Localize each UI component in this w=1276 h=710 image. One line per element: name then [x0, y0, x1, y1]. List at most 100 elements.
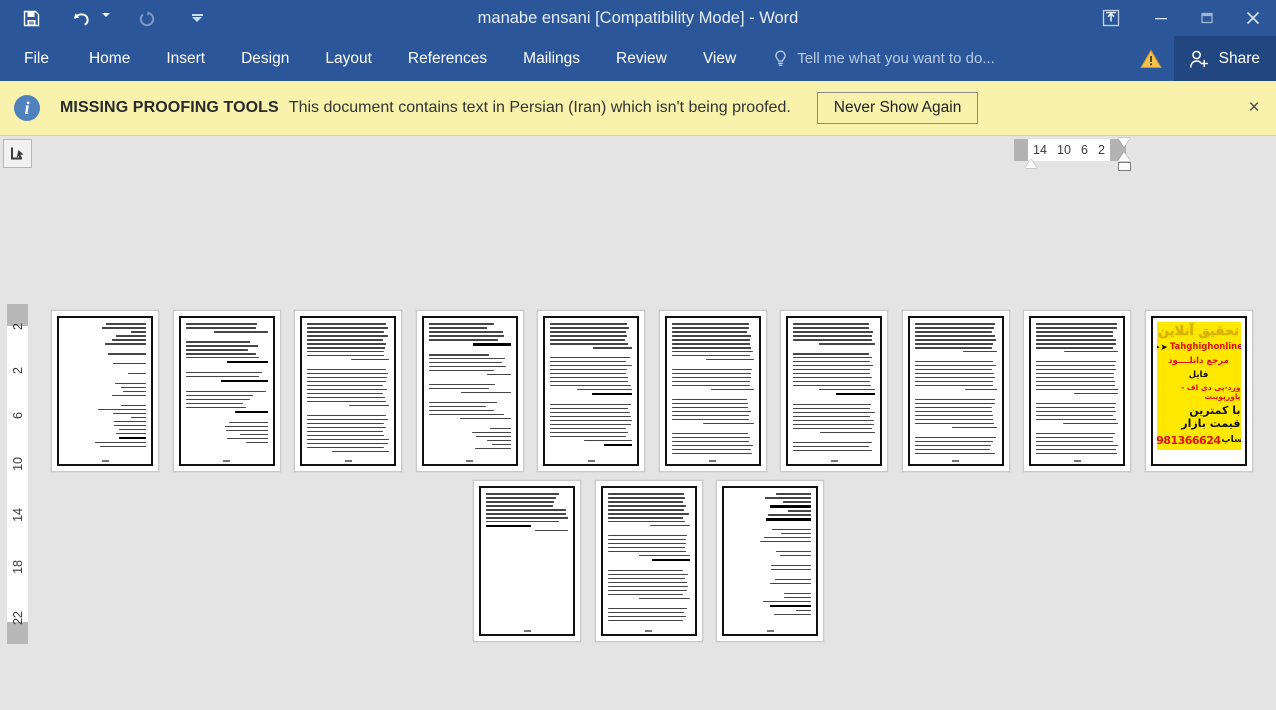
text-line [185, 326, 256, 329]
text-line [773, 613, 811, 616]
tell-me-search[interactable]: Tell me what you want to do... [772, 36, 995, 81]
page-thumbnail[interactable] [594, 480, 703, 642]
text-line [111, 394, 146, 397]
text-line [1036, 432, 1116, 435]
tab-view[interactable]: View [685, 36, 754, 81]
tab-insert[interactable]: Insert [148, 36, 223, 81]
redo-icon [130, 3, 164, 33]
text-line [1036, 334, 1113, 337]
save-icon[interactable] [14, 3, 48, 33]
page-thumbnail[interactable] [51, 310, 159, 472]
text-line [119, 428, 146, 431]
text-line [793, 423, 874, 426]
text-line [428, 338, 498, 341]
text-line [914, 364, 997, 367]
text-line [671, 372, 752, 375]
text-line [914, 402, 996, 405]
text-line [487, 439, 511, 442]
tab-mailings[interactable]: Mailings [505, 36, 598, 81]
text-line [307, 372, 388, 375]
text-line [428, 405, 487, 408]
text-line [246, 441, 268, 444]
text-line [348, 404, 389, 407]
text-line [550, 415, 631, 418]
text-line [106, 323, 146, 325]
warning-icon[interactable] [1128, 48, 1174, 70]
customize-quick-access-toolbar-icon[interactable] [180, 3, 214, 33]
page-number [667, 460, 759, 462]
text-line [307, 338, 383, 341]
page-text-area [729, 493, 811, 624]
text-line [428, 401, 498, 404]
text-line [780, 532, 811, 535]
tab-file[interactable]: File [0, 36, 71, 81]
page-thumbnail[interactable] [716, 480, 824, 642]
restore-icon[interactable] [1184, 0, 1230, 36]
text-line [486, 512, 566, 515]
page-text-area [428, 323, 511, 454]
tab-layout[interactable]: Layout [307, 36, 390, 81]
page-thumbnail[interactable] [901, 310, 1010, 472]
tab-design[interactable]: Design [223, 36, 307, 81]
tab-home[interactable]: Home [71, 36, 148, 81]
text-line [793, 419, 875, 422]
text-line [550, 372, 627, 375]
page-thumbnail[interactable] [537, 310, 645, 472]
text-line [1036, 452, 1118, 454]
page-thumbnail[interactable] [658, 310, 767, 472]
page-thumbnail[interactable] [415, 310, 524, 472]
text-line [1036, 364, 1116, 367]
page-number [603, 630, 695, 632]
page-thumbnail[interactable] [473, 480, 581, 642]
document-workspace: 14 10 6 2 2 2 6 10 14 18 22 تحقیق آنلاین… [0, 136, 1276, 710]
tab-references[interactable]: References [390, 36, 505, 81]
page-thumbnail[interactable] [294, 310, 402, 472]
undo-icon[interactable] [64, 3, 98, 33]
close-icon[interactable] [1230, 0, 1276, 36]
text-line [793, 411, 875, 414]
page-thumbnail[interactable] [780, 310, 888, 472]
text-line [185, 394, 254, 397]
text-line [671, 326, 750, 329]
never-show-again-button[interactable]: Never Show Again [816, 92, 979, 124]
page-thumbnail[interactable]: تحقیق آنلاینTahghighonline.ir➤➤مرجع دانل… [1144, 310, 1253, 472]
ribbon-display-options-icon[interactable] [1084, 0, 1138, 36]
lightbulb-icon [772, 49, 789, 68]
page-thumbnail[interactable] [172, 310, 281, 472]
ribbon-right-group: Share [1128, 36, 1276, 81]
text-line [428, 334, 505, 337]
text-line [113, 420, 146, 423]
page-thumbnail[interactable] [1023, 310, 1131, 472]
text-line [550, 330, 626, 333]
close-icon[interactable]: × [1241, 95, 1267, 121]
text-line [793, 364, 873, 367]
text-line [428, 383, 496, 386]
text-line [914, 368, 992, 371]
minimize-icon[interactable] [1138, 0, 1184, 36]
text-line [307, 326, 389, 329]
text-line [770, 564, 811, 567]
text-line [671, 398, 748, 401]
text-line [671, 376, 751, 379]
text-line [112, 338, 146, 341]
title-bar: manabe ensani [Compatibility Mode] - Wor… [0, 0, 1276, 36]
tab-review[interactable]: Review [598, 36, 685, 81]
window-controls [1084, 0, 1276, 36]
text-line [671, 432, 748, 435]
text-line [914, 452, 996, 454]
text-line [1036, 444, 1118, 447]
page-text-area [793, 323, 875, 454]
text-line [185, 352, 257, 355]
text-line [473, 342, 511, 346]
share-button[interactable]: Share [1173, 36, 1276, 81]
undo-dropdown-icon[interactable] [98, 3, 114, 33]
text-line [550, 364, 632, 367]
text-line [671, 418, 750, 421]
text-line [307, 380, 386, 383]
